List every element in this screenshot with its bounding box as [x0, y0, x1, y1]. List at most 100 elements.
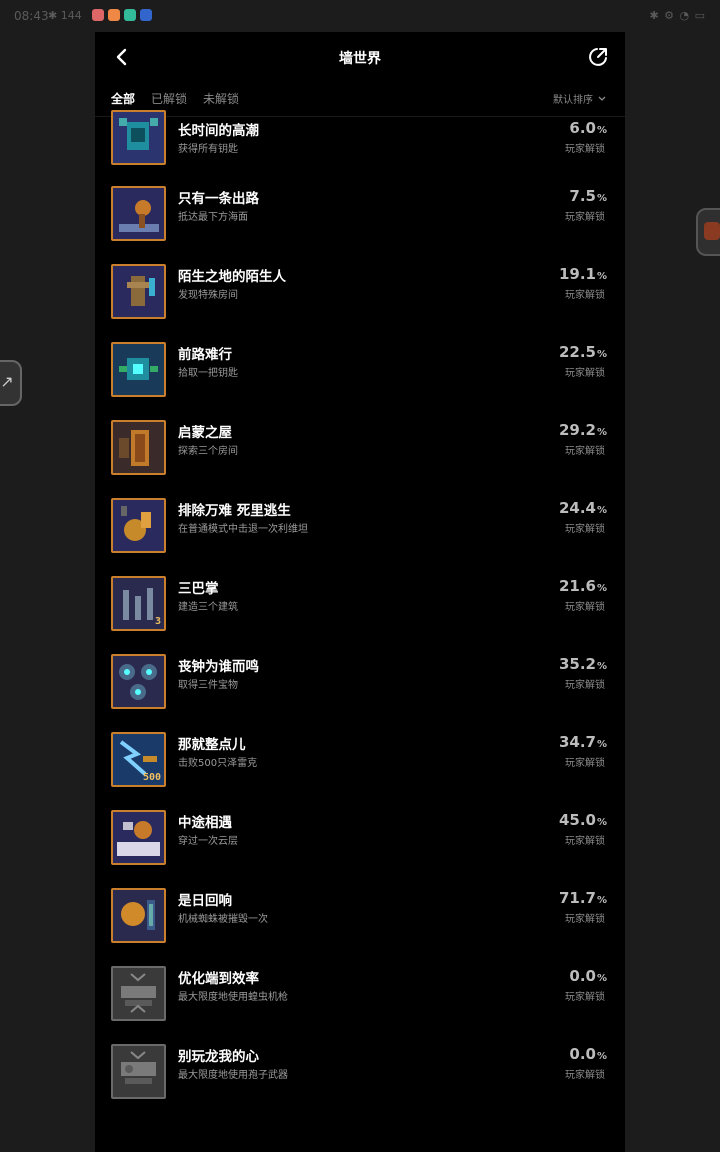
percentage-unit: % — [596, 427, 607, 438]
percentage-value: 24.4 — [558, 499, 596, 517]
unlock-percentage: 34.7% — [559, 733, 607, 751]
achievement-description: 拾取一把钥匙 — [178, 368, 238, 379]
app-icon — [124, 9, 136, 21]
percentage-unit: % — [596, 349, 607, 360]
achievement-icon — [111, 186, 166, 241]
unlock-percentage: 6.0% — [569, 119, 607, 137]
unlock-percentage-label: 玩家解锁 — [565, 290, 605, 301]
status-icons-right: ✱ ⚙ ◔ ▭ — [649, 9, 706, 22]
percentage-value: 45.0 — [558, 811, 596, 829]
unlock-percentage-label: 玩家解锁 — [565, 368, 605, 379]
achievement-description: 在普通模式中击退一次利维坦 — [178, 524, 308, 535]
achievement-item[interactable]: 丧钟为谁而鸣 取得三件宝物 35.2% 玩家解锁 — [95, 654, 625, 732]
achievement-item[interactable]: 前路难行拾取一把钥匙 22.5% 玩家解锁 — [95, 342, 625, 420]
achievement-name: 那就整点儿 — [178, 737, 246, 753]
unlock-percentage: 21.6% — [559, 577, 607, 595]
achievement-item[interactable]: 只有一条出路 抵达最下方海面 7.5% 玩家解锁 — [95, 186, 625, 264]
achievement-item[interactable]: 优化端到效率 最大限度地使用蝗虫机枪 0.0% 玩家解锁 — [95, 966, 625, 1044]
percentage-value: 21.6 — [558, 577, 596, 595]
achievement-icon — [111, 810, 166, 865]
unlock-percentage: 19.1% — [559, 265, 607, 283]
unlock-percentage: 24.4% — [559, 499, 607, 517]
percentage-unit: % — [596, 193, 607, 204]
achievement-icon: 3 — [111, 576, 166, 631]
achievement-item[interactable]: 长时间的高潮 获得所有钥匙 6.0% 玩家解锁 — [95, 110, 625, 196]
percentage-unit: % — [596, 661, 607, 672]
achievement-description: 最大限度地使用孢子武器 — [178, 1070, 288, 1081]
percentage-unit: % — [596, 1051, 607, 1062]
sort-dropdown[interactable]: 默认排序 — [553, 91, 607, 106]
achievement-item[interactable]: 是日回响机械蜘蛛被摧毁一次 71.7% 玩家解锁 — [95, 888, 625, 966]
achievement-icon-text: 500 — [142, 772, 161, 783]
achievement-icon — [111, 498, 166, 553]
achievement-description: 探索三个房间 — [178, 446, 238, 457]
achievement-item[interactable]: 500 那就整点儿 击败500只泽雷克 34.7% 玩家解锁 — [95, 732, 625, 810]
achievement-name: 中途相遇 — [178, 815, 232, 831]
achievement-name: 别玩龙我的心 — [178, 1049, 259, 1065]
achievement-icon-locked — [111, 1044, 166, 1099]
unlock-percentage: 29.2% — [559, 421, 607, 439]
share-icon — [589, 48, 607, 66]
unlock-percentage-label: 玩家解锁 — [565, 758, 605, 769]
sort-label: 默认排序 — [553, 95, 593, 106]
percentage-unit: % — [596, 583, 607, 594]
unlock-percentage-label: 玩家解锁 — [565, 524, 605, 535]
unlock-percentage-label: 玩家解锁 — [565, 212, 605, 223]
floating-tool-bubble[interactable]: ↗ — [0, 360, 22, 406]
percentage-value: 0.0 — [569, 1045, 596, 1063]
achievement-icon-locked — [111, 966, 166, 1021]
unlock-percentage-label: 玩家解锁 — [565, 446, 605, 457]
percentage-value: 22.5 — [558, 343, 596, 361]
achievement-name: 陌生之地的陌生人 — [178, 269, 286, 285]
achievement-item[interactable]: 启蒙之屋探索三个房间 29.2% 玩家解锁 — [95, 420, 625, 498]
unlock-percentage-label: 玩家解锁 — [565, 1070, 605, 1081]
achievement-item[interactable]: 别玩龙我的心最大限度地使用孢子武器 0.0% 玩家解锁 — [95, 1044, 625, 1122]
unlock-percentage: 22.5% — [559, 343, 607, 361]
unlock-percentage-label: 玩家解锁 — [565, 992, 605, 1003]
notification-app-icons — [92, 9, 152, 21]
unlock-percentage-label: 玩家解锁 — [565, 914, 605, 925]
achievement-name: 启蒙之屋 — [178, 425, 232, 441]
percentage-value: 0.0 — [569, 967, 596, 985]
percentage-value: 19.1 — [558, 265, 596, 283]
percentage-value: 35.2 — [558, 655, 596, 673]
achievement-item[interactable]: 排除万难 死里逃生在普通模式中击退一次利维坦 24.4% 玩家解锁 — [95, 498, 625, 576]
percentage-unit: % — [596, 505, 607, 516]
percentage-unit: % — [596, 973, 607, 984]
tab-all[interactable]: 全部 — [111, 90, 135, 107]
filter-tabs: 全部 已解锁 未解锁 — [111, 90, 239, 107]
unlock-percentage: 7.5% — [569, 187, 607, 205]
achievement-description: 获得所有钥匙 — [178, 144, 238, 155]
achievement-name: 是日回响 — [178, 893, 232, 909]
app-icon — [108, 9, 120, 21]
percentage-value: 34.7 — [558, 733, 596, 751]
achievement-description: 机械蜘蛛被摧毁一次 — [178, 914, 268, 925]
unlock-percentage-label: 玩家解锁 — [565, 680, 605, 691]
achievement-icon — [111, 264, 166, 319]
tab-unlocked[interactable]: 已解锁 — [151, 90, 187, 107]
share-button[interactable] — [585, 44, 611, 70]
achievement-icon — [111, 654, 166, 709]
achievement-description: 取得三件宝物 — [178, 680, 238, 691]
floating-app-bubble[interactable] — [696, 208, 720, 256]
percentage-unit: % — [596, 271, 607, 282]
achievement-name: 前路难行 — [178, 347, 232, 363]
unlock-percentage: 45.0% — [559, 811, 607, 829]
achievement-icon — [111, 888, 166, 943]
achievement-icon — [111, 420, 166, 475]
divider — [95, 116, 625, 117]
unlock-percentage: 71.7% — [559, 889, 607, 907]
status-icons-left: ✱ 144 — [48, 9, 82, 22]
tab-locked[interactable]: 未解锁 — [203, 90, 239, 107]
achievement-description: 发现特殊房间 — [178, 290, 238, 301]
percentage-unit: % — [596, 817, 607, 828]
percentage-unit: % — [596, 739, 607, 750]
achievement-item[interactable]: 3 三巴掌 建造三个建筑 21.6% 玩家解锁 — [95, 576, 625, 654]
status-bar: 08:43 ✱ 144 ✱ ⚙ ◔ ▭ — [0, 0, 720, 32]
achievement-icon-text: 3 — [154, 616, 161, 627]
status-time: 08:43 — [14, 9, 49, 23]
achievement-name: 排除万难 死里逃生 — [178, 503, 291, 519]
achievement-item[interactable]: 中途相遇 穿过一次云层 45.0% 玩家解锁 — [95, 810, 625, 888]
achievement-item[interactable]: 陌生之地的陌生人发现特殊房间 19.1% 玩家解锁 — [95, 264, 625, 342]
unlock-percentage-label: 玩家解锁 — [565, 602, 605, 613]
